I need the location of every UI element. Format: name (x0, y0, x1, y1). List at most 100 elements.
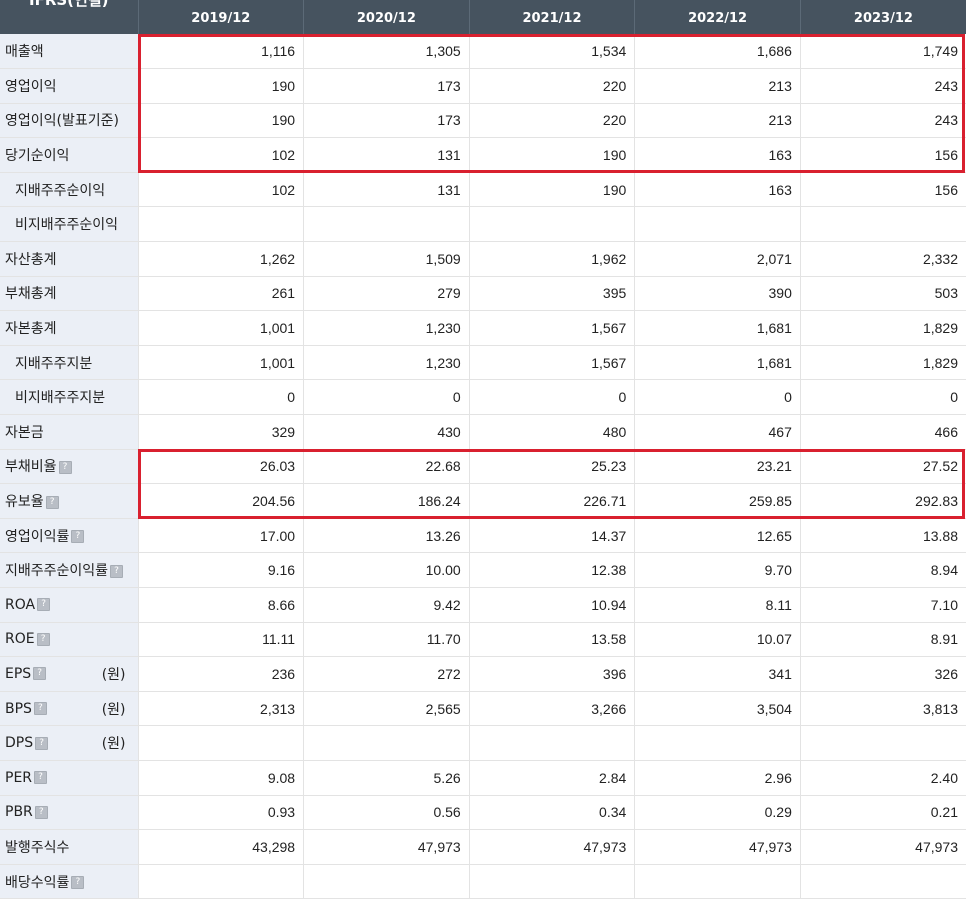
value-cell: 503 (799, 276, 966, 312)
row-label-cell: EPS? (원) (0, 656, 138, 692)
table-body: 매출액 1,116 1,305 1,534 1,686 1,749 영업이익 190 173 22… (0, 34, 966, 899)
value-cell: 204.56 (137, 483, 304, 519)
row-label-cell: ROE? (0, 622, 138, 658)
value-cell: 102 (137, 172, 304, 208)
row-label-cell: 매출액 (0, 34, 138, 70)
value-cell: 173 (303, 68, 470, 104)
help-icon[interactable]: ? (34, 805, 48, 819)
help-icon[interactable]: ? (34, 771, 48, 785)
value-cell: 0 (634, 379, 801, 416)
row-label-cell: 비지배주주지분 (0, 379, 138, 416)
value-cell: 0.56 (303, 795, 470, 831)
value-cell: 0 (799, 379, 966, 416)
value-cell: 8.91 (799, 622, 966, 658)
corner-label: IFRS(연결) (29, 0, 109, 9)
value-cell: 2,332 (799, 241, 966, 277)
row-label-cell: 영업이익(발표기준) (0, 103, 138, 139)
value-cell: 25.23 (468, 449, 635, 485)
value-cell: 2,313 (137, 691, 304, 727)
value-cell: 47,973 (634, 829, 801, 865)
value-cell: 10.07 (634, 622, 801, 658)
value-cell: 329 (137, 414, 304, 450)
value-cell: 5.26 (303, 760, 470, 796)
row-label-cell: 지배주주순이익률? (0, 552, 138, 588)
value-cell (137, 725, 304, 761)
value-cell: 8.94 (799, 552, 966, 588)
value-cell: 0.34 (468, 795, 635, 831)
value-cell: 1,681 (634, 310, 801, 346)
value-cell: 102 (137, 137, 304, 173)
value-cell: 47,973 (468, 829, 635, 865)
row-label: EPS (5, 665, 32, 682)
row-label: 자본금 (5, 424, 44, 441)
row-label-cell: 지배주주지분 (0, 345, 138, 381)
table-row: EPS? (원) 236 272 396 341 326 (0, 656, 966, 692)
row-label-cell: 자산총계 (0, 241, 138, 277)
table-row: 부채총계 261 279 395 390 503 (0, 276, 966, 312)
value-cell: 13.26 (303, 518, 470, 554)
value-cell: 0 (137, 379, 304, 416)
value-cell: 220 (468, 68, 635, 104)
value-cell: 292.83 (799, 483, 966, 519)
value-cell (799, 725, 966, 761)
value-cell: 9.16 (137, 552, 304, 588)
value-cell: 213 (634, 103, 801, 139)
value-cell: 1,829 (799, 345, 966, 381)
value-cell: 1,230 (303, 345, 470, 381)
value-cell: 430 (303, 414, 470, 450)
table-header: IFRS(연결) 2019/12 2020/12 2021/12 2022/12… (0, 0, 966, 34)
table-row: BPS? (원) 2,313 2,565 3,266 3,504 3,813 (0, 691, 966, 727)
value-cell: 243 (799, 103, 966, 139)
value-cell: 279 (303, 276, 470, 312)
row-label: 자본총계 (5, 321, 57, 338)
row-label-cell: 유보율? (0, 483, 138, 519)
value-cell: 17.00 (137, 518, 304, 554)
help-icon[interactable]: ? (45, 495, 59, 509)
help-icon[interactable]: ? (33, 702, 47, 716)
value-cell (303, 864, 470, 899)
financial-summary: IFRS(연결) 2019/12 2020/12 2021/12 2022/12… (0, 0, 966, 899)
table-row: 배당수익률? (0, 864, 966, 899)
table-row: 비지배주주지분 0 0 0 0 0 (0, 379, 966, 416)
value-cell: 131 (303, 172, 470, 208)
value-cell: 220 (468, 103, 635, 139)
table-row: 영업이익 190 173 220 213 243 (0, 68, 966, 104)
value-cell: 3,266 (468, 691, 635, 727)
value-cell: 26.03 (137, 449, 304, 485)
row-label-cell: 자본금 (0, 414, 138, 450)
help-icon[interactable]: ? (35, 736, 49, 750)
corner-header: IFRS(연결) (0, 0, 138, 34)
value-cell: 47,973 (303, 829, 470, 865)
value-cell: 156 (799, 137, 966, 173)
table-row: 지배주주지분 1,001 1,230 1,567 1,681 1,829 (0, 345, 966, 381)
row-label: 비지배주주순이익 (15, 217, 119, 234)
row-label-cell: ROA? (0, 587, 138, 623)
value-cell: 190 (137, 68, 304, 104)
help-icon[interactable]: ? (36, 632, 50, 646)
value-cell (634, 206, 801, 243)
value-cell: 0 (303, 379, 470, 416)
value-cell: 1,509 (303, 241, 470, 277)
help-icon[interactable]: ? (71, 876, 85, 890)
value-cell: 1,962 (468, 241, 635, 277)
value-cell: 1,001 (137, 345, 304, 381)
value-cell: 1,116 (137, 34, 304, 70)
value-cell: 3,504 (634, 691, 801, 727)
help-icon[interactable]: ? (33, 667, 47, 681)
value-cell: 1,829 (799, 310, 966, 346)
value-cell: 131 (303, 137, 470, 173)
value-cell: 2,071 (634, 241, 801, 277)
value-cell: 8.66 (137, 587, 304, 623)
value-cell: 0 (468, 379, 635, 416)
row-label: ROA (5, 596, 36, 613)
help-icon[interactable]: ? (37, 598, 51, 612)
help-icon[interactable]: ? (110, 564, 124, 578)
help-icon[interactable]: ? (71, 530, 85, 544)
help-icon[interactable]: ? (58, 460, 72, 474)
value-cell (634, 725, 801, 761)
value-cell: 186.24 (303, 483, 470, 519)
value-cell: 2,565 (303, 691, 470, 727)
table-row: 지배주주순이익 102 131 190 163 156 (0, 172, 966, 208)
value-cell: 467 (634, 414, 801, 450)
table-row: ROA? 8.66 9.42 10.94 8.11 7.10 (0, 587, 966, 623)
